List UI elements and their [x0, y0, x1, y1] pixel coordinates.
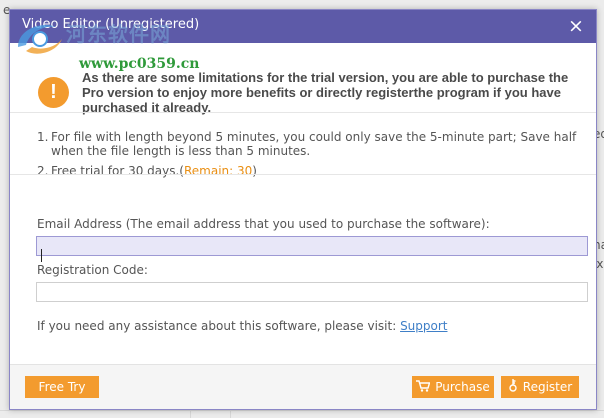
email-field[interactable]	[36, 236, 588, 256]
purchase-button[interactable]: Purchase	[412, 376, 494, 398]
registration-code-field[interactable]	[36, 282, 588, 302]
trial-limits: 1. For file with length beyond 5 minutes…	[37, 130, 582, 184]
registration-code-label: Registration Code:	[37, 263, 148, 277]
divider	[10, 112, 596, 113]
bg-divider	[190, 410, 191, 418]
exclamation-icon: !	[38, 77, 69, 108]
key-icon	[508, 379, 518, 395]
assistance-text: If you need any assistance about this so…	[37, 319, 448, 333]
bg-divider	[0, 410, 604, 411]
divider	[10, 174, 596, 175]
watermark-logo	[18, 25, 62, 54]
trial-notice: As there are some limitations for the tr…	[82, 70, 569, 115]
cart-icon	[416, 379, 431, 395]
close-icon[interactable]: ×	[566, 16, 586, 36]
registration-dialog: Video Editor (Unregistered) × 河东软件网 www.…	[9, 9, 597, 410]
email-label: Email Address (The email address that yo…	[37, 217, 490, 231]
register-button[interactable]: Register	[501, 376, 579, 398]
limit-item: 2. Free trial for 30 days.(Remain: 30)	[37, 164, 257, 178]
remaining-days: Remain: 30	[183, 164, 253, 178]
support-link[interactable]: Support	[400, 319, 447, 333]
limit-item: 1. For file with length beyond 5 minutes…	[37, 130, 577, 158]
text-caret	[41, 249, 42, 262]
watermark-text: 河东软件网	[66, 22, 171, 46]
free-try-button[interactable]: Free Try	[25, 376, 99, 398]
bg-divider	[230, 410, 231, 418]
dialog-footer: Free Try Purchase Register	[10, 364, 596, 409]
